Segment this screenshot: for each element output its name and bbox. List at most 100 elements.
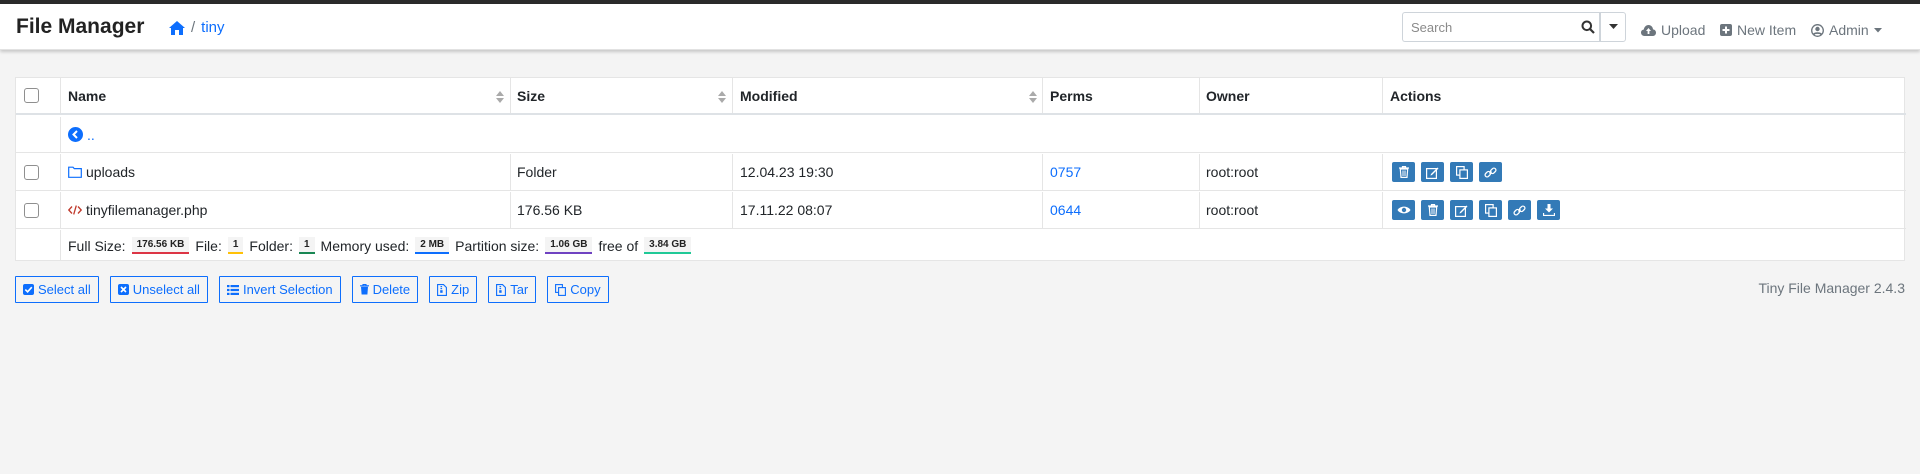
direct-link-button[interactable] [1479,162,1502,182]
free-badge: 3.84 GB [644,237,692,254]
download-icon [1542,204,1555,216]
row-checkbox[interactable] [24,202,39,218]
select-all-label: Select all [38,282,91,297]
parent-directory-label: .. [87,126,95,143]
select-all-checkbox-cell [24,78,39,113]
partition-badge: 1.06 GB [545,237,593,254]
partition-label: Partition size: [455,237,540,254]
view-button[interactable] [1392,200,1415,220]
user-circle-icon [1811,23,1824,37]
upload-label: Upload [1661,22,1706,38]
parent-directory-link[interactable]: .. [68,117,95,152]
eye-icon [1397,206,1410,214]
new-item-link[interactable]: New Item [1720,22,1796,38]
search-options-dropdown[interactable] [1600,12,1626,42]
breadcrumb-separator: / [191,19,196,36]
search-input[interactable] [1402,12,1576,42]
zip-button[interactable]: Zip [429,276,478,303]
parent-directory-row: .. [16,117,1906,153]
file-archive-icon [437,283,448,296]
copy-icon [1455,165,1468,179]
breadcrumb-current[interactable]: tiny [201,19,224,36]
link-icon [1513,204,1526,216]
select-all-button[interactable]: Select all [15,276,99,303]
invert-selection-button[interactable]: Invert Selection [218,276,341,303]
memory-label: Memory used: [320,237,410,254]
file-name-link[interactable]: tinyfilemanager.php [68,192,207,228]
table-row: uploads Folder 12.04.23 19:30 0757 root:… [16,154,1906,191]
app-title[interactable]: File Manager [16,15,144,39]
navbar: File Manager / tiny Upload New Item Admi… [0,4,1920,50]
folder-count-badge: 1 [298,237,315,254]
caret-down-icon [1608,24,1618,29]
invert-selection-label: Invert Selection [242,282,333,297]
full-size-badge: 176.56 KB [131,237,190,254]
user-menu[interactable]: Admin [1811,22,1882,38]
search-button[interactable] [1576,12,1600,42]
column-header-perms: Perms [1050,87,1093,104]
check-square-icon [23,284,34,295]
copy-selected-label: Copy [570,282,601,297]
edit-icon [1455,205,1468,217]
memory-badge: 2 MB [415,237,450,254]
delete-selected-label: Delete [372,282,411,297]
home-icon[interactable] [169,20,185,35]
chevron-circle-left-icon [68,127,83,142]
file-size: 176.56 KB [517,202,583,218]
file-owner: root:root [1206,202,1259,218]
user-label: Admin [1829,22,1869,38]
trash-icon [1427,204,1438,216]
full-size-label: Full Size: [68,237,126,254]
direct-link-button[interactable] [1508,200,1531,220]
bulk-actions: Select all Unselect all Invert Selection… [15,276,609,303]
unselect-all-label: Unselect all [132,282,200,297]
sort-icon[interactable] [1029,91,1037,103]
file-name: uploads [86,164,136,180]
edit-icon [1426,167,1439,179]
file-archive-icon [496,283,507,296]
table-row: tinyfilemanager.php 176.56 KB 17.11.22 0… [16,192,1906,229]
tar-button[interactable]: Tar [488,276,537,303]
sort-icon[interactable] [718,91,726,103]
table-header-row: Name Size Modified Perms Owner Actions [16,78,1906,115]
trash-icon [359,284,369,295]
copy-button[interactable] [1479,200,1502,220]
code-file-icon [68,205,82,215]
caret-down-icon [1873,27,1882,32]
folder-icon [68,166,82,178]
column-header-size[interactable]: Size [517,78,545,113]
copy-button[interactable] [1450,162,1473,182]
sort-icon[interactable] [496,91,504,103]
rename-button[interactable] [1421,162,1444,182]
rename-button[interactable] [1450,200,1473,220]
trash-icon [1398,166,1409,178]
copy-icon [555,283,567,296]
free-label: free of [598,237,639,254]
file-size: Folder [517,164,557,180]
unselect-all-button[interactable]: Unselect all [109,276,208,303]
delete-button[interactable] [1421,200,1444,220]
file-count-badge: 1 [227,237,244,254]
upload-link[interactable]: Upload [1641,22,1705,38]
column-header-modified[interactable]: Modified [740,78,798,113]
directory-stats: Full Size: 176.56 KB File: 1 Folder: 1 M… [68,230,692,261]
row-actions [1392,192,1560,228]
file-table: Name Size Modified Perms Owner Actions .… [15,77,1906,261]
column-header-actions: Actions [1390,87,1442,104]
download-button[interactable] [1537,200,1560,220]
delete-selected-button[interactable]: Delete [351,276,419,303]
folder-count-label: Folder: [249,237,293,254]
file-name-link[interactable]: uploads [68,154,135,190]
file-perms-link[interactable]: 0757 [1050,154,1081,190]
file-modified: 17.11.22 08:07 [740,202,833,218]
column-header-owner: Owner [1206,87,1250,104]
cloud-upload-icon [1641,24,1656,36]
delete-button[interactable] [1392,162,1415,182]
file-count-label: File: [195,237,222,254]
select-all-checkbox[interactable] [24,88,39,103]
column-header-name[interactable]: Name [68,78,106,113]
new-item-label: New Item [1737,22,1797,38]
row-checkbox[interactable] [24,164,39,180]
copy-selected-button[interactable]: Copy [547,276,609,303]
file-perms-link[interactable]: 0644 [1050,192,1081,228]
